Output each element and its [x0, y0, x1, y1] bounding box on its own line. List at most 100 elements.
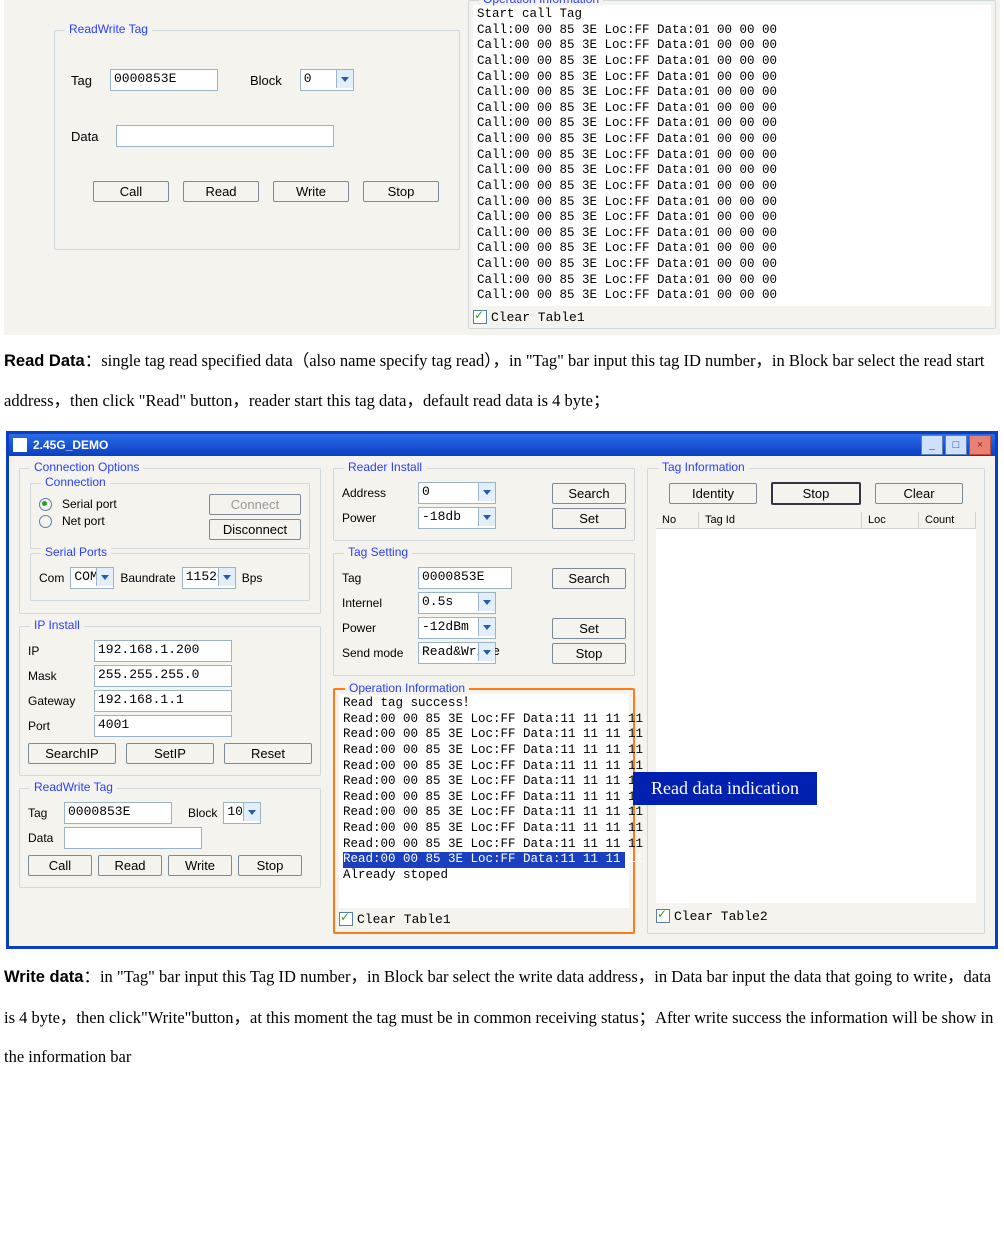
tag-input[interactable]: 0000853E: [110, 69, 218, 91]
rw2-block-select[interactable]: 10: [223, 802, 261, 824]
app-icon: [13, 438, 27, 452]
rw2-data-input[interactable]: [64, 827, 202, 849]
ts-stop-button[interactable]: Stop: [552, 643, 626, 664]
ts-power-label: Power: [342, 621, 412, 635]
clear-table1-checkbox[interactable]: [473, 310, 487, 324]
th-loc: Loc: [862, 512, 919, 528]
address-label: Address: [342, 486, 412, 500]
reset-button[interactable]: Reset: [224, 743, 312, 764]
ts-sendmode-label: Send mode: [342, 646, 412, 660]
readwrite-legend: ReadWrite Tag: [65, 22, 152, 36]
clear2-checkbox[interactable]: [656, 909, 670, 923]
gateway-label: Gateway: [28, 694, 88, 708]
ri-power-label: Power: [342, 511, 412, 525]
maximize-button[interactable]: □: [945, 435, 967, 455]
operation-log-2: Read tag success！Read:00 00 85 3E Loc:FF…: [339, 694, 629, 908]
write-button[interactable]: Write: [273, 181, 349, 202]
th-tagid: Tag Id: [699, 512, 862, 528]
bps-label: Bps: [242, 571, 263, 585]
clear2-label: Clear Table2: [674, 909, 768, 924]
rw2-tag-label: Tag: [28, 806, 58, 820]
block-label: Block: [250, 73, 282, 88]
rw2-stop-button[interactable]: Stop: [238, 855, 302, 876]
opinfo-legend: Operation Information: [479, 0, 603, 6]
chevron-down-icon: [478, 643, 495, 661]
rw2-call-button[interactable]: Call: [28, 855, 92, 876]
net-port-radio[interactable]: [39, 515, 52, 528]
ip-input[interactable]: 192.168.1.200: [94, 640, 232, 662]
stop-button[interactable]: Stop: [363, 181, 439, 202]
read-data-indication-callout: Read data indication: [633, 772, 817, 805]
setip-button[interactable]: SetIP: [126, 743, 214, 764]
rw2-read-button[interactable]: Read: [98, 855, 162, 876]
port-input[interactable]: 4001: [94, 715, 232, 737]
ts-internel-label: Internel: [342, 596, 412, 610]
connect-button[interactable]: Connect: [209, 494, 301, 515]
connection-options-legend: Connection Options: [30, 460, 143, 474]
rw2-legend: ReadWrite Tag: [30, 780, 117, 794]
ri-search-button[interactable]: Search: [552, 483, 626, 504]
ts-internel-select[interactable]: 0.5s: [418, 592, 496, 614]
chevron-down-icon: [478, 508, 495, 526]
port-label: Port: [28, 719, 88, 733]
tag-setting-legend: Tag Setting: [344, 545, 412, 559]
app-window: 2.45G_DEMO _ □ × Connection Options Conn…: [6, 431, 998, 949]
clear1b-checkbox[interactable]: [339, 912, 353, 926]
minimize-button[interactable]: _: [921, 435, 943, 455]
chevron-down-icon: [478, 483, 495, 501]
read-data-paragraph: Read Data：single tag read specified data…: [4, 341, 1000, 421]
tag-label: Tag: [71, 73, 92, 88]
ip-install-legend: IP Install: [30, 618, 84, 632]
clear1b-label: Clear Table1: [357, 912, 451, 927]
searchip-button[interactable]: SearchIP: [28, 743, 116, 764]
stop2-button[interactable]: Stop: [771, 482, 861, 505]
serial-ports-legend: Serial Ports: [41, 545, 111, 559]
tag-table: No Tag Id Loc Count: [656, 512, 976, 903]
th-no: No: [656, 512, 699, 528]
chevron-down-icon: [218, 568, 235, 586]
read-button[interactable]: Read: [183, 181, 259, 202]
baud-select[interactable]: 115200: [182, 567, 236, 589]
chevron-down-icon: [478, 593, 495, 611]
write-data-paragraph: Write data：in "Tag" bar input this Tag I…: [4, 957, 1000, 1077]
chevron-down-icon: [478, 618, 495, 636]
rw2-write-button[interactable]: Write: [168, 855, 232, 876]
block-select[interactable]: 0: [300, 69, 354, 91]
mask-input[interactable]: 255.255.255.0: [94, 665, 232, 687]
ts-tag-input[interactable]: 0000853E: [418, 567, 512, 589]
window-title: 2.45G_DEMO: [33, 438, 921, 452]
ts-set-button[interactable]: Set: [552, 618, 626, 639]
com-select[interactable]: COM5: [70, 567, 114, 589]
identity-button[interactable]: Identity: [669, 483, 757, 504]
ts-tag-label: Tag: [342, 571, 412, 585]
baud-label: Baundrate: [120, 571, 175, 585]
ri-power-select[interactable]: -18db: [418, 507, 496, 529]
chevron-down-icon: [96, 568, 113, 586]
close-button[interactable]: ×: [969, 435, 991, 455]
disconnect-button[interactable]: Disconnect: [209, 519, 301, 540]
address-select[interactable]: 0: [418, 482, 496, 504]
rw2-data-label: Data: [28, 831, 58, 845]
data-input[interactable]: [116, 125, 334, 147]
ts-search-button[interactable]: Search: [552, 568, 626, 589]
data-label: Data: [71, 129, 98, 144]
op2-legend: Operation Information: [345, 681, 469, 695]
chevron-down-icon: [243, 803, 260, 821]
serial-port-label: Serial port: [62, 497, 117, 511]
clear-table1-label: Clear Table1: [491, 310, 585, 325]
ri-set-button[interactable]: Set: [552, 508, 626, 529]
gateway-input[interactable]: 192.168.1.1: [94, 690, 232, 712]
ip-label: IP: [28, 644, 88, 658]
clear-button[interactable]: Clear: [875, 483, 963, 504]
serial-port-radio[interactable]: [39, 498, 52, 511]
com-label: Com: [39, 571, 64, 585]
reader-install-legend: Reader Install: [344, 460, 426, 474]
chevron-down-icon: [336, 70, 353, 88]
net-port-label: Net port: [62, 514, 105, 528]
rw2-tag-input[interactable]: 0000853E: [64, 802, 172, 824]
ts-power-select[interactable]: -12dBm: [418, 617, 496, 639]
rw2-block-label: Block: [188, 806, 217, 820]
operation-log: Start call Tag Call:00 00 85 3E Loc:FF D…: [473, 5, 991, 306]
call-button[interactable]: Call: [93, 181, 169, 202]
ts-sendmode-select[interactable]: Read&Write: [418, 642, 496, 664]
